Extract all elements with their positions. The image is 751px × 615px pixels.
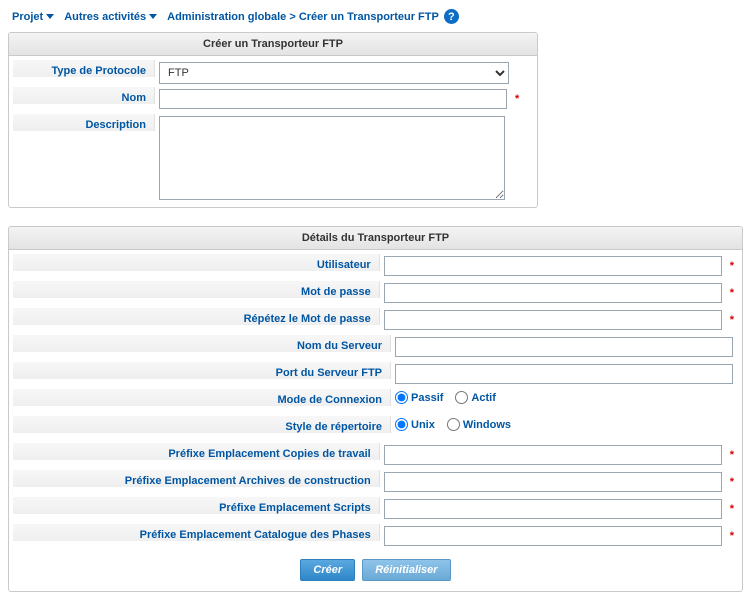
button-row: Créer Réinitialiser xyxy=(13,551,738,587)
connmode-active-radio[interactable] xyxy=(455,391,468,404)
ftp-port-input[interactable] xyxy=(395,364,733,384)
dirstyle-windows-radio[interactable] xyxy=(447,418,460,431)
description-textarea[interactable] xyxy=(159,116,505,200)
required-marker: * xyxy=(730,314,734,326)
panel-title: Créer un Transporteur FTP xyxy=(9,33,537,56)
prefix-build-label: Préfixe Emplacement Archives de construc… xyxy=(13,470,380,487)
prefix-work-input[interactable] xyxy=(384,445,722,465)
reset-button[interactable]: Réinitialiser xyxy=(362,559,450,581)
connmode-passive-radio[interactable] xyxy=(395,391,408,404)
password-label: Mot de passe xyxy=(13,281,380,298)
project-menu[interactable]: Projet xyxy=(12,11,54,23)
required-marker: * xyxy=(730,476,734,488)
prefix-scripts-input[interactable] xyxy=(384,499,722,519)
panel-title: Détails du Transporteur FTP xyxy=(9,227,742,250)
connmode-active-label: Actif xyxy=(471,392,495,404)
details-panel: Détails du Transporteur FTP Utilisateur … xyxy=(8,226,743,592)
required-marker: * xyxy=(730,503,734,515)
required-marker: * xyxy=(515,93,519,105)
protocol-label: Type de Protocole xyxy=(13,60,155,77)
connection-mode-label: Mode de Connexion xyxy=(13,389,391,406)
breadcrumb: Administration globale > Créer un Transp… xyxy=(167,9,459,24)
help-icon[interactable]: ? xyxy=(444,9,459,24)
required-marker: * xyxy=(730,449,734,461)
server-name-label: Nom du Serveur xyxy=(13,335,391,352)
password-repeat-label: Répétez le Mot de passe xyxy=(13,308,380,325)
password-input[interactable] xyxy=(384,283,722,303)
connmode-passive-label: Passif xyxy=(411,392,443,404)
prefix-scripts-label: Préfixe Emplacement Scripts xyxy=(13,497,380,514)
connmode-passive-option[interactable]: Passif xyxy=(395,391,443,404)
dirstyle-unix-label: Unix xyxy=(411,419,435,431)
required-marker: * xyxy=(730,260,734,272)
dirstyle-windows-option[interactable]: Windows xyxy=(447,418,511,431)
description-label: Description xyxy=(13,114,155,131)
connmode-active-option[interactable]: Actif xyxy=(455,391,495,404)
caret-down-icon xyxy=(149,14,157,19)
name-input[interactable] xyxy=(159,89,507,109)
breadcrumb-text: Administration globale > Créer un Transp… xyxy=(167,11,439,23)
other-activities-label: Autres activités xyxy=(64,11,146,23)
other-activities-menu[interactable]: Autres activités xyxy=(64,11,157,23)
required-marker: * xyxy=(730,530,734,542)
user-label: Utilisateur xyxy=(13,254,380,271)
user-input[interactable] xyxy=(384,256,722,276)
prefix-work-label: Préfixe Emplacement Copies de travail xyxy=(13,443,380,460)
create-button[interactable]: Créer xyxy=(300,559,355,581)
top-navbar: Projet Autres activités Administration g… xyxy=(8,5,743,32)
dirstyle-unix-radio[interactable] xyxy=(395,418,408,431)
directory-style-group: Unix Windows xyxy=(395,418,511,431)
prefix-phases-label: Préfixe Emplacement Catalogue des Phases xyxy=(13,524,380,541)
password-repeat-input[interactable] xyxy=(384,310,722,330)
prefix-build-input[interactable] xyxy=(384,472,722,492)
connection-mode-group: Passif Actif xyxy=(395,391,496,404)
caret-down-icon xyxy=(46,14,54,19)
dirstyle-windows-label: Windows xyxy=(463,419,511,431)
ftp-port-label: Port du Serveur FTP xyxy=(13,362,391,379)
project-menu-label: Projet xyxy=(12,11,43,23)
prefix-phases-input[interactable] xyxy=(384,526,722,546)
dirstyle-unix-option[interactable]: Unix xyxy=(395,418,435,431)
create-transporter-panel: Créer un Transporteur FTP Type de Protoc… xyxy=(8,32,538,208)
name-label: Nom xyxy=(13,87,155,104)
protocol-select[interactable]: FTP xyxy=(159,62,509,84)
directory-style-label: Style de répertoire xyxy=(13,416,391,433)
required-marker: * xyxy=(730,287,734,299)
server-name-input[interactable] xyxy=(395,337,733,357)
